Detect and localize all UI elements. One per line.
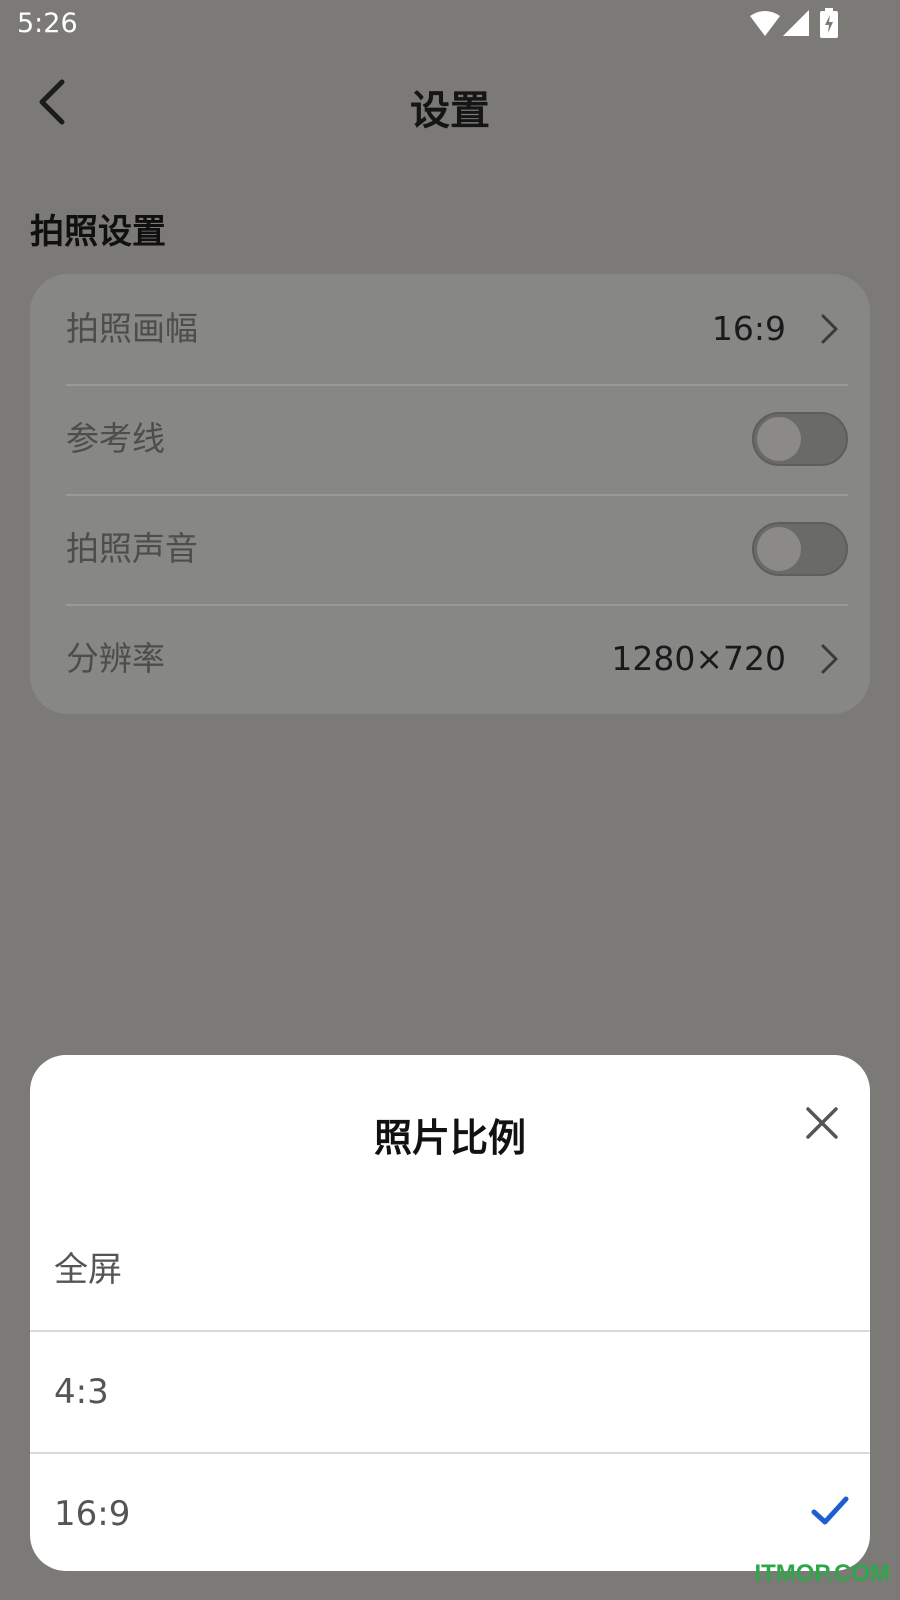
- setting-value: 1280×720: [611, 639, 786, 678]
- option-16-9[interactable]: 16:9: [30, 1454, 870, 1571]
- wifi-icon: [750, 11, 780, 36]
- setting-label: 拍照画幅: [66, 309, 198, 348]
- page-title: 设置: [410, 88, 490, 134]
- close-button[interactable]: [804, 1105, 840, 1141]
- status-bar: 5:26: [0, 0, 900, 50]
- watermark: ITMOP.COM: [754, 1560, 890, 1587]
- close-icon: [806, 1107, 838, 1139]
- setting-label: 拍照声音: [66, 529, 198, 568]
- toggle-knob: [757, 417, 801, 461]
- option-label: 4:3: [54, 1372, 109, 1412]
- option-fullscreen[interactable]: 全屏: [30, 1210, 870, 1330]
- option-label: 16:9: [54, 1494, 131, 1534]
- option-label: 全屏: [54, 1250, 122, 1290]
- settings-card: 拍照画幅 16:9 参考线 拍照声音 分辨率 1280×720: [30, 274, 870, 714]
- option-4-3[interactable]: 4:3: [30, 1332, 870, 1452]
- setting-row-frame[interactable]: 拍照画幅 16:9: [66, 274, 848, 384]
- sheet-title: 照片比例: [373, 1116, 526, 1160]
- aspect-ratio-sheet: 照片比例 全屏 4:3 16:9: [30, 1055, 870, 1571]
- status-icons: [750, 8, 850, 40]
- setting-label: 分辨率: [66, 639, 165, 678]
- checkmark-icon: [811, 1496, 849, 1525]
- setting-row-grid: 参考线: [66, 384, 848, 494]
- status-time: 5:26: [17, 8, 78, 39]
- grid-toggle[interactable]: [752, 412, 848, 466]
- toggle-knob: [757, 527, 801, 571]
- setting-row-resolution[interactable]: 分辨率 1280×720: [66, 604, 848, 714]
- section-title: 拍照设置: [30, 212, 166, 252]
- setting-label: 参考线: [66, 419, 165, 458]
- signal-icon: [783, 10, 809, 36]
- sound-toggle[interactable]: [752, 522, 848, 576]
- chevron-right-icon: [821, 314, 838, 344]
- setting-value: 16:9: [711, 309, 786, 348]
- setting-row-sound: 拍照声音: [66, 494, 848, 604]
- chevron-right-icon: [821, 644, 838, 674]
- battery-icon: [820, 8, 838, 38]
